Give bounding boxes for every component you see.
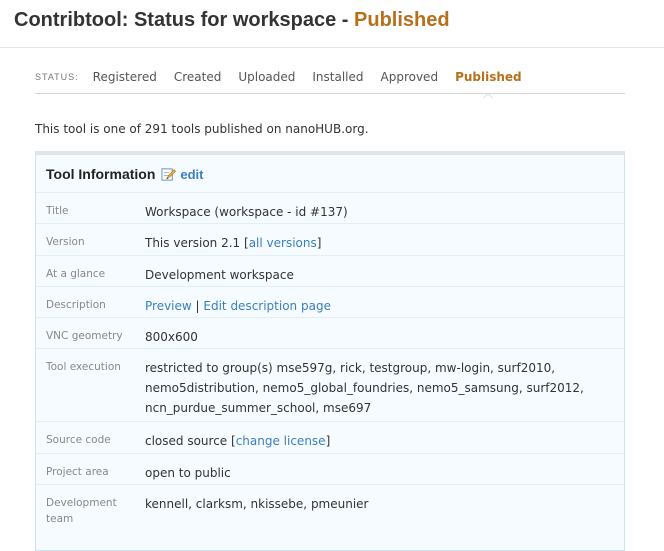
row-label-vnc-geometry: VNC geometry	[46, 330, 123, 342]
version-text: This version 2.1 [	[145, 236, 249, 250]
edit-tool-info-label: edit	[180, 166, 204, 182]
tool-information-title: Tool Information	[46, 166, 156, 182]
status-step-uploaded: Uploaded	[238, 69, 296, 84]
edit-description-page-link[interactable]: Edit description page	[203, 299, 331, 313]
row-value-tool-execution: restricted to group(s) mse597g, rick, te…	[145, 361, 584, 415]
info-row-project-area: Project area open to public	[36, 453, 624, 484]
tool-information-panel: Tool Information edit Title Workspace (w…	[35, 151, 625, 551]
page-title-prefix: Contribtool: Status for workspace -	[14, 9, 355, 31]
status-step-published-label: Published	[455, 69, 522, 84]
info-row-source-code: Source code closed source [change licens…	[36, 421, 624, 453]
status-step-published: Published	[455, 69, 522, 98]
all-versions-link[interactable]: all versions	[249, 236, 317, 250]
row-label-source-code: Source code	[46, 434, 111, 446]
info-row-vnc-geometry: VNC geometry 800x600	[36, 317, 624, 348]
edit-tool-info-link[interactable]: edit	[161, 166, 204, 182]
intro-text: This tool is one of 291 tools published …	[35, 122, 369, 136]
page-title: Contribtool: Status for workspace - Publ…	[14, 9, 450, 32]
active-step-pointer-icon	[483, 92, 494, 98]
edit-pencil-icon	[161, 167, 177, 181]
status-step-approved: Approved	[380, 69, 439, 84]
status-step-installed: Installed	[312, 69, 364, 84]
description-separator: |	[191, 299, 204, 313]
status-nav: STATUS: Registered Created Uploaded Inst…	[35, 60, 625, 98]
page-title-status: Published	[354, 9, 450, 31]
row-label-tool-execution: Tool execution	[46, 361, 121, 373]
source-bracket-close: ]	[325, 434, 331, 448]
info-row-development-team: Development team kennell, clarksm, nkiss…	[36, 484, 624, 534]
status-step-registered: Registered	[92, 69, 157, 84]
status-label: STATUS:	[35, 71, 79, 82]
row-value-development-team: kennell, clarksm, nkissebe, pmeunier	[145, 497, 369, 511]
source-code-text: closed source [	[145, 434, 236, 448]
row-label-version: Version	[46, 236, 85, 248]
row-value-vnc-geometry: 800x600	[145, 330, 198, 344]
info-row-at-a-glance: At a glance Development workspace	[36, 255, 624, 286]
row-value-title: Workspace (workspace - id #137)	[145, 205, 348, 219]
info-row-tool-execution: Tool execution restricted to group(s) ms…	[36, 348, 624, 421]
row-label-project-area: Project area	[46, 466, 109, 478]
row-value-source-code: closed source [change license]	[145, 431, 615, 451]
row-value-at-a-glance: Development workspace	[145, 268, 294, 282]
row-value-description: Preview | Edit description page	[145, 296, 615, 316]
row-value-version: This version 2.1 [all versions]	[145, 233, 615, 253]
info-row-version: Version This version 2.1 [all versions]	[36, 223, 624, 255]
version-bracket-close: ]	[316, 236, 322, 250]
row-value-project-area: open to public	[145, 466, 231, 480]
description-preview-link[interactable]: Preview	[145, 299, 192, 313]
tool-information-heading: Tool Information edit	[46, 166, 204, 182]
row-label-development-team: Development team	[46, 497, 117, 525]
status-step-created: Created	[173, 69, 222, 84]
row-label-at-a-glance: At a glance	[46, 268, 106, 280]
info-row-description: Description Preview | Edit description p…	[36, 286, 624, 317]
page-header: Contribtool: Status for workspace - Publ…	[0, 0, 664, 48]
row-label-title: Title	[46, 205, 69, 217]
info-row-title: Title Workspace (workspace - id #137)	[36, 192, 624, 223]
row-label-description: Description	[46, 299, 106, 311]
change-license-link[interactable]: change license	[236, 434, 326, 448]
